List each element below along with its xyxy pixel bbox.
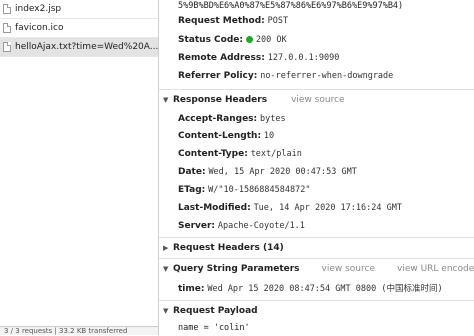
- header-key: Referrer Policy:: [178, 71, 258, 81]
- param-value: Wed Apr 15 2020 08:47:54 GMT 0800 (中国标准时…: [207, 284, 443, 294]
- header-value: 10: [263, 131, 275, 141]
- header-key: Request Method:: [178, 16, 265, 26]
- header-value: 200 OK: [255, 35, 287, 45]
- query-string-section[interactable]: ▼ Query String Parameters view source view …: [163, 264, 474, 274]
- status-ok-dot-icon: [245, 36, 253, 43]
- section-divider: [159, 258, 474, 259]
- file-icon: [3, 23, 11, 33]
- triangle-down-icon: ▼: [163, 265, 169, 273]
- request-name: favicon.ico: [15, 23, 64, 33]
- request-name: helloAjax.txt?time=Wed%20A...: [15, 42, 158, 52]
- section-divider: [159, 237, 474, 238]
- header-value: 127.0.0.1:9090: [267, 53, 340, 63]
- request-list: index2.jsp favicon.ico helloAjax.txt?tim…: [0, 0, 158, 335]
- response-header-row: Content-Type: text/plain: [178, 149, 302, 159]
- triangle-down-icon: ▼: [163, 307, 169, 315]
- header-key: Accept-Ranges:: [178, 114, 258, 124]
- payload-line: name = 'colin': [178, 323, 250, 333]
- network-status-bar: 3 / 3 requests | 33.2 KB transferred: [0, 326, 158, 335]
- response-header-row: Server: Apache-Coyote/1.1: [178, 221, 305, 231]
- section-title: Response Headers: [173, 95, 268, 105]
- query-param-row: time: Wed Apr 15 2020 08:47:54 GMT 0800 …: [178, 282, 443, 294]
- section-divider: [159, 89, 474, 90]
- view-source-link[interactable]: view source: [322, 264, 375, 274]
- response-header-row: Content-Length: 10: [178, 131, 274, 141]
- request-payload-section[interactable]: ▼ Request Payload: [163, 306, 258, 316]
- response-header-row: Accept-Ranges: bytes: [178, 114, 286, 124]
- file-icon: [3, 42, 11, 52]
- referrer-policy-row: Referrer Policy: no-referrer-when-downgr…: [178, 71, 393, 81]
- section-title: Request Payload: [173, 306, 258, 316]
- request-method-row: Request Method: POST: [178, 16, 288, 26]
- header-value: Wed, 15 Apr 2020 00:47:53 GMT: [208, 167, 357, 177]
- response-header-row: Date: Wed, 15 Apr 2020 00:47:53 GMT: [178, 167, 357, 177]
- header-key: Status Code:: [178, 35, 243, 45]
- header-value: POST: [267, 16, 289, 26]
- section-title: Request Headers (14): [173, 243, 284, 253]
- header-value: Apache-Coyote/1.1: [217, 221, 305, 231]
- header-value: Tue, 14 Apr 2020 17:16:24 GMT: [253, 203, 402, 213]
- header-key: Last-Modified:: [178, 203, 251, 213]
- triangle-right-icon: ▶: [163, 244, 169, 252]
- request-name: index2.jsp: [15, 4, 62, 14]
- header-key: Remote Address:: [178, 53, 265, 63]
- header-key: Content-Type:: [178, 149, 248, 159]
- response-header-row: ETag: W/"10-1586884584872": [178, 185, 310, 195]
- section-title: Query String Parameters: [173, 264, 300, 274]
- param-key: time:: [178, 284, 205, 294]
- section-divider: [159, 300, 474, 301]
- request-headers-section[interactable]: ▶ Request Headers (14): [163, 243, 284, 253]
- header-value: bytes: [260, 114, 286, 124]
- view-source-link[interactable]: view source: [291, 95, 344, 105]
- request-item-helloajax[interactable]: helloAjax.txt?time=Wed%20A...: [0, 38, 158, 57]
- headers-pane: 5%9B%BD%E6%A0%87%E5%87%86%E6%97%B6%E9%97…: [159, 0, 474, 335]
- file-icon: [3, 4, 11, 14]
- header-value: W/"10-1586884584872": [208, 185, 311, 195]
- header-value: no-referrer-when-downgrade: [260, 71, 394, 81]
- view-url-encoded-link[interactable]: view URL encoded: [397, 264, 474, 274]
- header-key: Date:: [178, 167, 206, 177]
- status-code-row: Status Code: 200 OK: [178, 35, 287, 45]
- triangle-down-icon: ▼: [163, 96, 169, 104]
- response-headers-section[interactable]: ▼ Response Headers view source: [163, 95, 345, 105]
- response-header-row: Last-Modified: Tue, 14 Apr 2020 17:16:24…: [178, 203, 402, 213]
- request-url-tail: 5%9B%BD%E6%A0%87%E5%87%86%E6%97%B6%E9%97…: [178, 1, 404, 11]
- header-value: text/plain: [250, 149, 302, 159]
- header-key: Content-Length:: [178, 131, 262, 141]
- header-key: ETag:: [178, 185, 206, 195]
- remote-address-row: Remote Address: 127.0.0.1:9090: [178, 53, 339, 63]
- request-item-index2[interactable]: index2.jsp: [0, 0, 158, 19]
- header-key: Server:: [178, 221, 216, 231]
- request-item-favicon[interactable]: favicon.ico: [0, 19, 158, 38]
